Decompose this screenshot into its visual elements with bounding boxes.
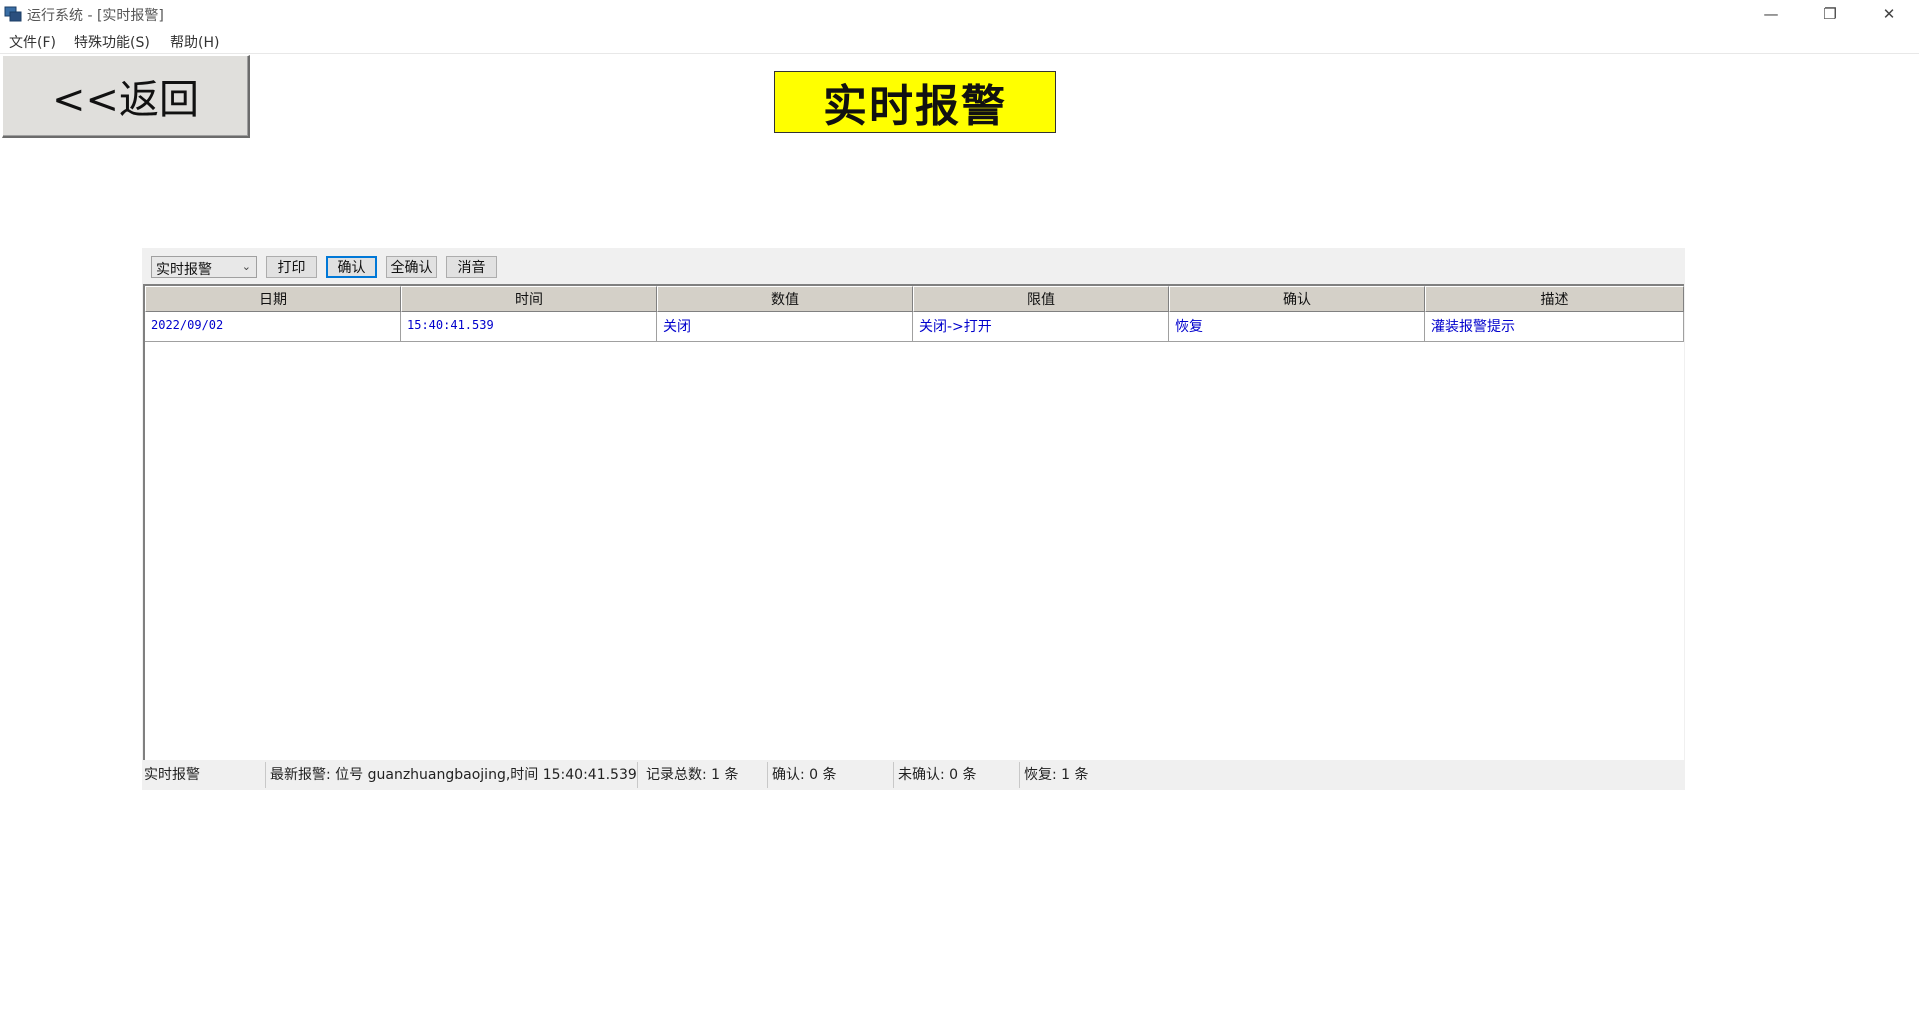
- column-header-value[interactable]: 数值: [657, 286, 913, 312]
- alarm-toolbar: 实时报警 ⌄ 打印 确认 全确认 消音: [142, 248, 1685, 284]
- menu-file[interactable]: 文件(F): [9, 32, 56, 52]
- silence-button[interactable]: 消音: [446, 256, 497, 278]
- cell-time: 15:40:41.539: [401, 312, 657, 342]
- column-header-description[interactable]: 描述: [1425, 286, 1684, 312]
- alarm-type-select[interactable]: 实时报警 ⌄: [151, 256, 257, 278]
- close-icon: ✕: [1882, 5, 1896, 23]
- status-mode: 实时报警: [142, 762, 266, 788]
- column-header-time[interactable]: 时间: [401, 286, 657, 312]
- restore-icon: ❐: [1823, 5, 1837, 23]
- status-unconfirmed-count: 未确认: 0 条: [896, 762, 1020, 788]
- alarm-table[interactable]: 日期 时间 数值 限值 确认 描述 2022/09/02 15:40:41.53…: [143, 284, 1684, 760]
- minimize-button[interactable]: —: [1742, 0, 1800, 28]
- close-button[interactable]: ✕: [1860, 0, 1918, 28]
- minimize-icon: —: [1763, 5, 1779, 23]
- page-title: 实时报警: [774, 71, 1056, 133]
- cell-confirm: 恢复: [1169, 312, 1425, 342]
- cell-description: 灌装报警提示: [1425, 312, 1684, 342]
- cell-limit: 关闭->打开: [913, 312, 1169, 342]
- confirm-all-button[interactable]: 全确认: [386, 256, 437, 278]
- title-bar: 运行系统 - [实时报警] — ❐ ✕: [0, 0, 1919, 28]
- cell-date: 2022/09/02: [145, 312, 401, 342]
- restore-button[interactable]: ❐: [1801, 0, 1859, 28]
- cell-value: 关闭: [657, 312, 913, 342]
- alarm-panel: 实时报警 ⌄ 打印 确认 全确认 消音 日期 时间 数值 限值 确认 描述 20…: [142, 248, 1685, 790]
- status-bar: 实时报警 最新报警: 位号 guanzhuangbaojing,时间 15:40…: [142, 762, 1685, 788]
- chevron-down-icon: ⌄: [241, 260, 251, 273]
- confirm-button[interactable]: 确认: [326, 256, 377, 278]
- column-header-limit[interactable]: 限值: [913, 286, 1169, 312]
- status-confirmed-count: 确认: 0 条: [770, 762, 894, 788]
- app-icon: [4, 6, 22, 22]
- menu-bar: 文件(F) 特殊功能(S) 帮助(H): [0, 29, 1919, 54]
- menu-special[interactable]: 特殊功能(S): [74, 32, 150, 52]
- print-button[interactable]: 打印: [266, 256, 317, 278]
- column-header-date[interactable]: 日期: [145, 286, 401, 312]
- status-total-records: 记录总数: 1 条: [644, 762, 768, 788]
- column-header-confirm[interactable]: 确认: [1169, 286, 1425, 312]
- menu-help[interactable]: 帮助(H): [170, 32, 219, 52]
- alarm-type-select-value: 实时报警: [156, 262, 212, 278]
- window-title: 运行系统 - [实时报警]: [27, 8, 164, 24]
- status-recovered-count: 恢复: 1 条: [1024, 767, 1089, 783]
- status-latest-alarm: 最新报警: 位号 guanzhuangbaojing,时间 15:40:41.5…: [268, 762, 638, 788]
- table-header: 日期 时间 数值 限值 确认 描述: [145, 286, 1684, 312]
- table-row[interactable]: 2022/09/02 15:40:41.539 关闭 关闭->打开 恢复 灌装报…: [145, 312, 1684, 342]
- back-button[interactable]: <<返回: [2, 55, 250, 138]
